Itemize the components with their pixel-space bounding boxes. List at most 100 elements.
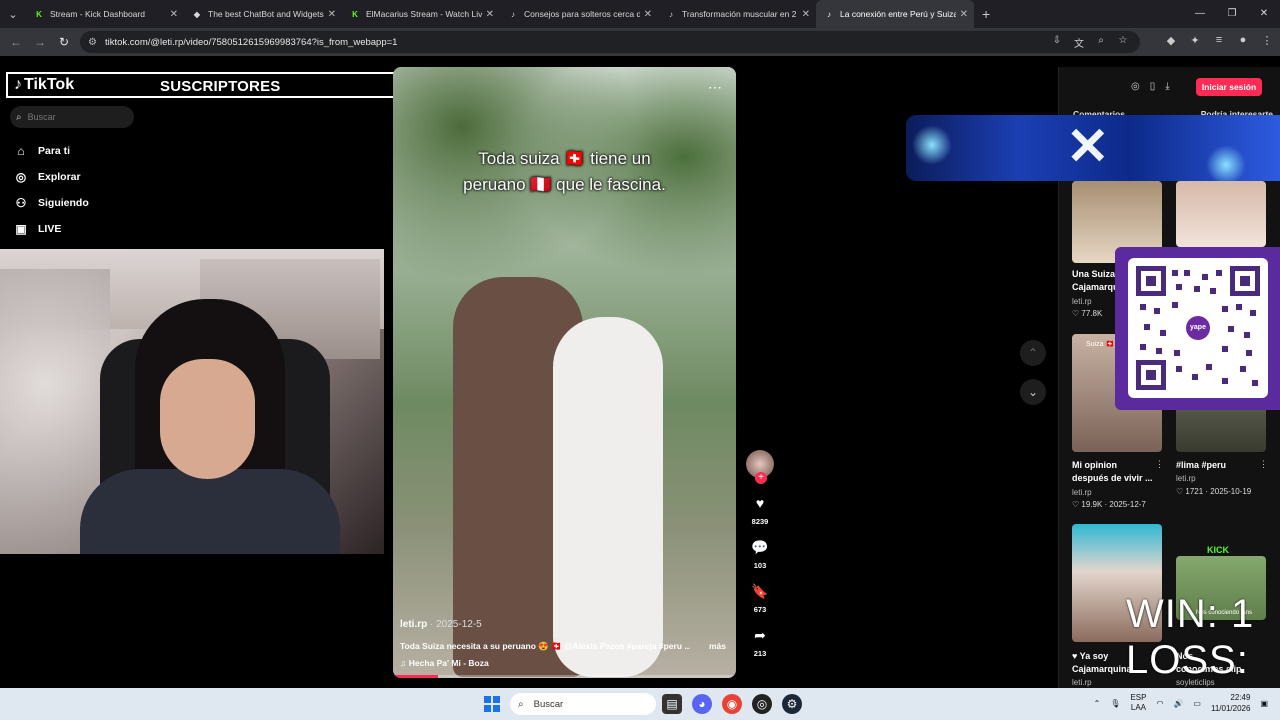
close-icon[interactable]: ✕ (960, 9, 968, 20)
rec-user-5[interactable]: leti.rp (1072, 678, 1092, 687)
zoom-icon[interactable]: ⌕ (1094, 35, 1108, 50)
download-icon[interactable]: ⤓ (1165, 81, 1169, 92)
tab-search-icon[interactable]: ⌄ (0, 0, 26, 28)
chrome-icon[interactable]: ◉ (722, 694, 742, 714)
media-icon[interactable]: ≡ (1212, 34, 1226, 47)
tray-overflow-icon[interactable]: ⌃ (1094, 699, 1101, 708)
rec-thumb-2[interactable] (1176, 181, 1266, 247)
device-icon[interactable]: ▯ (1150, 81, 1156, 92)
video-author[interactable]: leti.rp · 2025-12-5 (400, 619, 482, 630)
video-caption-line-2: peruano 🇵🇪 que le fascina. (463, 175, 666, 194)
video-music[interactable]: ♫ Hecha Pa' Mi - Boza (400, 658, 489, 668)
close-icon[interactable]: ✕ (644, 9, 652, 20)
tiktok-search[interactable]: ⌕ (10, 106, 134, 128)
comment-action[interactable]: 💬 103 (745, 538, 775, 570)
obs-icon[interactable]: ◎ (752, 694, 772, 714)
rec-user-4[interactable]: leti.rp (1176, 474, 1196, 483)
minimize-icon[interactable]: — (1184, 0, 1216, 28)
more-options-icon[interactable]: ⋮ (1155, 459, 1164, 470)
extension-icon[interactable]: ◆ (1164, 34, 1178, 47)
header-icons: ◎ ▯ ⤓ (1131, 81, 1170, 92)
new-tab-button[interactable]: + (982, 6, 990, 22)
sidebar-item-para-ti[interactable]: ⌂ Para ti (12, 138, 89, 164)
start-button[interactable] (484, 696, 500, 712)
like-count: 8239 (751, 517, 769, 526)
bookmark-icon[interactable]: 🔖 (745, 582, 775, 600)
steam-icon[interactable]: ⚙ (782, 694, 802, 714)
tab-2[interactable]: K ElMacarius Stream - Watch Live ✕ (342, 0, 500, 28)
wifi-icon[interactable]: ◠ (1156, 699, 1163, 708)
bookmark-star-icon[interactable]: ☆ (1116, 35, 1130, 50)
discord-icon[interactable]: ◕ (692, 694, 712, 714)
close-icon[interactable]: ✕ (328, 9, 336, 20)
lang-top: ESP (1130, 693, 1147, 702)
kick-icon: K (352, 9, 358, 19)
back-icon[interactable]: ← (4, 35, 28, 49)
close-window-icon[interactable]: ✕ (1248, 0, 1280, 28)
comment-count: 103 (753, 561, 767, 570)
forward-icon[interactable]: → (28, 35, 52, 49)
volume-icon[interactable]: 🔊 (1173, 699, 1183, 708)
share-icon[interactable]: ➦ (745, 626, 775, 644)
like-action[interactable]: ♥ 8239 (745, 494, 775, 526)
battery-icon[interactable]: ▭ (1193, 699, 1201, 708)
tiktok-logo[interactable]: ♪ TikTok (14, 76, 74, 94)
sidebar-item-live[interactable]: ▣ LIVE (12, 216, 89, 242)
coins-icon[interactable]: ◎ (1131, 81, 1140, 92)
menu-kebab-icon[interactable]: ⋮ (1260, 34, 1274, 47)
profile-avatar-icon[interactable]: ● (1236, 34, 1250, 47)
tab-1[interactable]: ◆ The best ChatBot and Widgets ✕ (184, 0, 342, 28)
previous-video-button[interactable]: ⌃ (1020, 340, 1046, 366)
taskbar-search[interactable]: ⌕ Buscar (510, 693, 656, 715)
notifications-icon[interactable]: ▣ (1260, 699, 1268, 708)
taskbar-search-placeholder: Buscar (533, 698, 564, 710)
sidebar-item-explorar[interactable]: ◎ Explorar (12, 164, 89, 190)
puzzle-icon[interactable]: ✦ (1188, 34, 1202, 47)
rec-user-1[interactable]: leti.rp (1072, 297, 1092, 306)
sidebar-item-siguiendo[interactable]: ⚇ Siguiendo (12, 190, 89, 216)
search-input[interactable] (27, 112, 118, 122)
more-options-icon[interactable]: ⋯ (708, 79, 722, 96)
sidebar-item-label: Explorar (38, 171, 81, 183)
creator-avatar[interactable]: + (746, 450, 774, 484)
tiktok-icon: ♪ (669, 9, 673, 19)
close-icon[interactable]: ✕ (802, 9, 810, 20)
rec-title-3[interactable]: Mi opinion después de vivir ... (1072, 459, 1162, 485)
rec-title-4[interactable]: #lima #peru (1176, 459, 1266, 472)
tab-5-active[interactable]: ♪ La conexión entre Perú y Suiza ✕ (816, 0, 974, 28)
tab-4[interactable]: ♪ Transformación muscular en 2 ✕ (658, 0, 816, 28)
share-action[interactable]: ➦ 213 (745, 626, 775, 658)
reload-icon[interactable]: ↻ (52, 35, 76, 49)
close-icon[interactable]: ✕ (486, 9, 494, 20)
restore-icon[interactable]: ❐ (1216, 0, 1248, 28)
show-more-link[interactable]: más (709, 641, 726, 651)
clock[interactable]: 22:49 11/01/2026 (1211, 692, 1250, 714)
share-count: 213 (753, 649, 767, 658)
install-icon[interactable]: ⇩ (1050, 35, 1064, 50)
more-options-icon[interactable]: ⋮ (1259, 459, 1268, 470)
rec-user-3[interactable]: leti.rp (1072, 488, 1092, 497)
language-indicator[interactable]: ESP LAA (1130, 693, 1146, 713)
tiktok-note-icon: ♪ (14, 76, 22, 93)
tab-title: ElMacarius Stream - Watch Live (366, 9, 482, 19)
file-explorer-icon[interactable]: ▤ (662, 694, 682, 714)
sidebar-item-label: Siguiendo (38, 197, 89, 209)
address-bar[interactable]: ⚙ tiktok.com/@leti.rp/video/758051261596… (80, 31, 1140, 53)
video-progress-bar[interactable] (393, 675, 736, 678)
tab-0[interactable]: K Stream - Kick Dashboard ✕ (26, 0, 184, 28)
next-video-button[interactable]: ⌄ (1020, 379, 1046, 405)
heart-icon[interactable]: ♥ (745, 494, 775, 512)
video-player[interactable]: Toda suiza 🇨🇭 tiene un peruano 🇵🇪 que le… (393, 67, 736, 678)
search-icon: ⌕ (16, 111, 22, 123)
save-action[interactable]: 🔖 673 (745, 582, 775, 614)
site-info-icon[interactable]: ⚙ (88, 37, 97, 48)
close-icon[interactable]: ✕ (170, 9, 178, 20)
microphone-icon[interactable]: 🎙 (1110, 699, 1120, 708)
author-name[interactable]: leti.rp (400, 619, 427, 630)
sidebar-nav: ⌂ Para ti ◎ Explorar ⚇ Siguiendo ▣ LIVE (12, 138, 89, 242)
translate-icon[interactable]: 文 (1072, 35, 1086, 50)
tab-3[interactable]: ♪ Consejos para solteros cerca de ✕ (500, 0, 658, 28)
login-button[interactable]: Iniciar sesión (1196, 78, 1262, 96)
follow-plus-icon[interactable]: + (755, 472, 767, 484)
comment-icon[interactable]: 💬 (745, 538, 775, 556)
